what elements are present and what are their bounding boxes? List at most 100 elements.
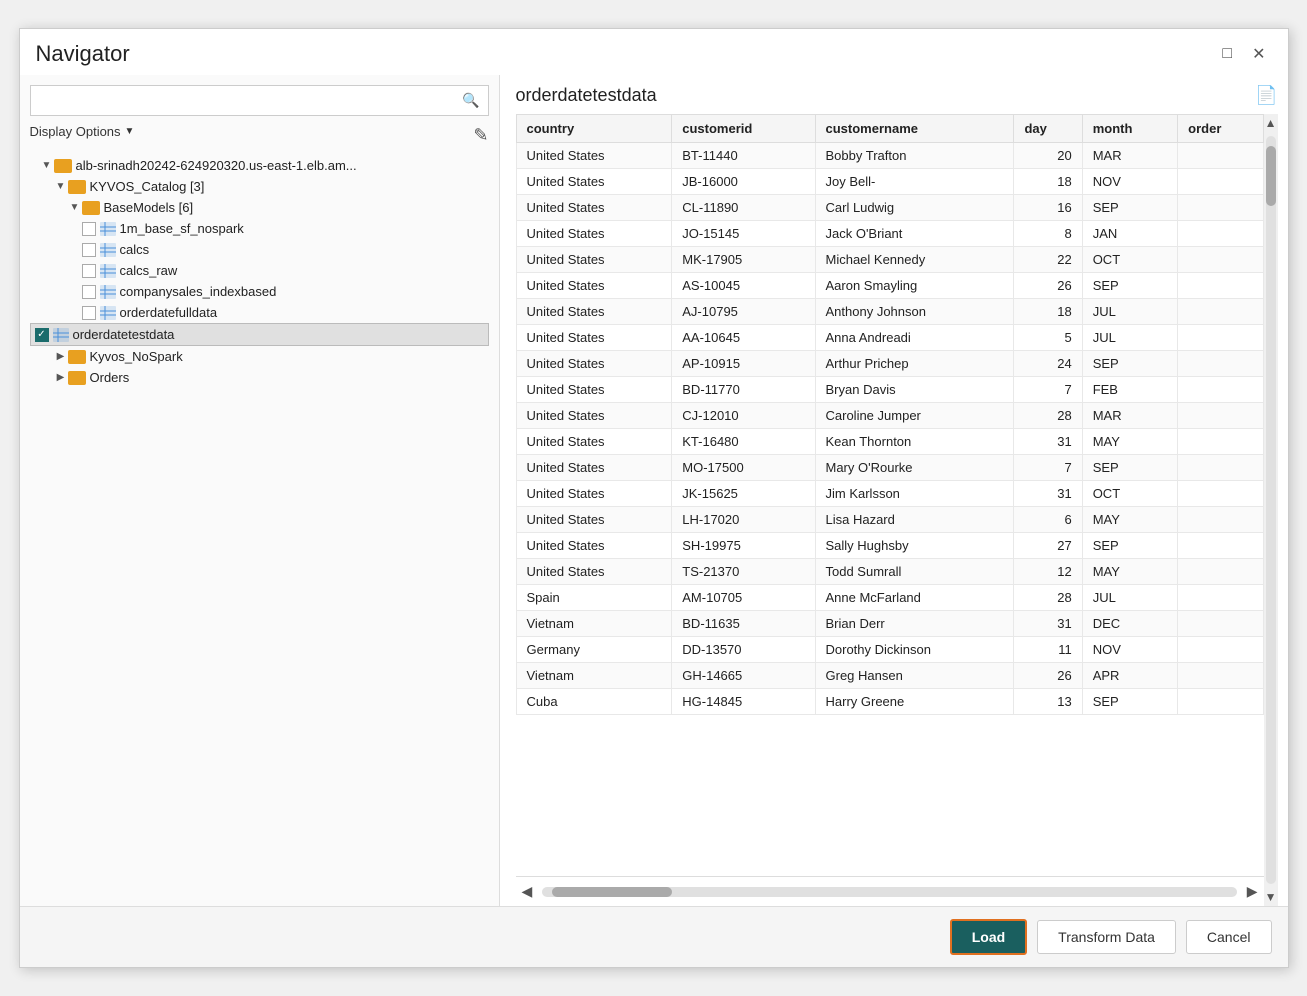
cell-country: United States <box>516 507 672 533</box>
transform-data-button[interactable]: Transform Data <box>1037 920 1176 954</box>
checkbox-calcs-raw[interactable] <box>82 264 96 278</box>
cell-customerid: MO-17500 <box>672 455 815 481</box>
search-input[interactable] <box>31 87 455 114</box>
left-panel: 🔍 Display Options ▼ ✎ ▼ alb-srinadh20242… <box>20 75 500 906</box>
table-row: SpainAM-10705Anne McFarland28JUL <box>516 585 1263 611</box>
cell-customerid: LH-17020 <box>672 507 815 533</box>
cell-order <box>1178 663 1263 689</box>
cell-customerid: TS-21370 <box>672 559 815 585</box>
cell-order <box>1178 429 1263 455</box>
cell-day: 26 <box>1014 663 1082 689</box>
cell-customerid: AP-10915 <box>672 351 815 377</box>
cell-country: United States <box>516 403 672 429</box>
tree-item-calcs-raw[interactable]: calcs_raw <box>30 260 489 281</box>
tree-item-orders[interactable]: ▶ Orders <box>30 367 489 388</box>
display-options-label: Display Options <box>30 124 121 139</box>
cell-day: 11 <box>1014 637 1082 663</box>
cell-order <box>1178 351 1263 377</box>
maximize-button[interactable]: □ <box>1216 42 1238 66</box>
scroll-thumb[interactable] <box>1266 146 1276 206</box>
checkbox-orderdatefulldata[interactable] <box>82 306 96 320</box>
cancel-button[interactable]: Cancel <box>1186 920 1272 954</box>
right-panel-header: orderdatetestdata 📄 <box>516 85 1278 106</box>
scroll-down-icon[interactable]: ▼ <box>1263 888 1278 906</box>
chevron-icon: ▶ <box>54 372 68 383</box>
cell-customername: Jack O'Briant <box>815 221 1014 247</box>
h-scroll-thumb[interactable] <box>552 887 672 897</box>
tree-item-label: orderdatetestdata <box>73 327 175 342</box>
cell-order <box>1178 507 1263 533</box>
cell-month: SEP <box>1082 689 1177 715</box>
cell-country: United States <box>516 169 672 195</box>
cell-country: United States <box>516 299 672 325</box>
cell-day: 13 <box>1014 689 1082 715</box>
close-button[interactable]: ✕ <box>1246 42 1271 66</box>
tree-item-calcs[interactable]: calcs <box>30 239 489 260</box>
cell-country: United States <box>516 143 672 169</box>
chevron-icon: ▶ <box>54 351 68 362</box>
cell-month: OCT <box>1082 481 1177 507</box>
footer: Load Transform Data Cancel <box>20 906 1288 967</box>
tree-item-label: companysales_indexbased <box>120 284 277 299</box>
tree-item-root1[interactable]: ▼ alb-srinadh20242-624920320.us-east-1.e… <box>30 155 489 176</box>
tree-item-label: KYVOS_Catalog [3] <box>90 179 205 194</box>
cell-order <box>1178 247 1263 273</box>
cell-customername: Bryan Davis <box>815 377 1014 403</box>
tree-item-catalog[interactable]: ▼ KYVOS_Catalog [3] <box>30 176 489 197</box>
tree-item-label: orderdatefulldata <box>120 305 218 320</box>
display-options-button[interactable]: Display Options ▼ <box>30 124 135 139</box>
tree-item-orderdatetestdata[interactable]: orderdatetestdata <box>30 323 489 346</box>
tree-item-basemodels[interactable]: ▼ BaseModels [6] <box>30 197 489 218</box>
col-customername: customername <box>815 115 1014 143</box>
horizontal-scrollbar[interactable]: ◀ ▶ <box>516 876 1278 906</box>
cell-customerid: JO-15145 <box>672 221 815 247</box>
tree-item-orderdatefulldata[interactable]: orderdatefulldata <box>30 302 489 323</box>
table-row: United StatesSH-19975Sally Hughsby27SEP <box>516 533 1263 559</box>
tree-item-1m-base[interactable]: 1m_base_sf_nospark <box>30 218 489 239</box>
table-icon <box>100 243 116 257</box>
cell-month: SEP <box>1082 351 1177 377</box>
cell-order <box>1178 559 1263 585</box>
table-row: United StatesBT-11440Bobby Trafton20MAR <box>516 143 1263 169</box>
cell-month: JUL <box>1082 299 1177 325</box>
refresh-icon[interactable]: 📄 <box>1255 85 1277 106</box>
vertical-scrollbar[interactable]: ▲ ▼ <box>1264 114 1278 906</box>
cell-customerid: AA-10645 <box>672 325 815 351</box>
scroll-left-icon[interactable]: ◀ <box>516 881 539 902</box>
cell-country: United States <box>516 351 672 377</box>
cell-customername: Anne McFarland <box>815 585 1014 611</box>
cell-day: 16 <box>1014 195 1082 221</box>
cell-customername: Kean Thornton <box>815 429 1014 455</box>
cell-customername: Arthur Prichep <box>815 351 1014 377</box>
checkbox-1m-base[interactable] <box>82 222 96 236</box>
cell-country: United States <box>516 429 672 455</box>
cell-order <box>1178 637 1263 663</box>
cell-customerid: BT-11440 <box>672 143 815 169</box>
table-scroll[interactable]: country customerid customername day mont… <box>516 114 1278 876</box>
cell-day: 18 <box>1014 299 1082 325</box>
chevron-icon: ▼ <box>68 202 82 213</box>
folder-icon <box>68 350 86 364</box>
cell-customername: Carl Ludwig <box>815 195 1014 221</box>
table-row: United StatesAS-10045Aaron Smayling26SEP <box>516 273 1263 299</box>
checkbox-orderdatetestdata[interactable] <box>35 328 49 342</box>
table-row: United StatesTS-21370Todd Sumrall12MAY <box>516 559 1263 585</box>
title-bar: Navigator □ ✕ <box>20 29 1288 75</box>
cell-month: SEP <box>1082 195 1177 221</box>
scroll-right-icon[interactable]: ▶ <box>1241 881 1264 902</box>
edit-icon[interactable]: ✎ <box>473 125 488 146</box>
load-button[interactable]: Load <box>950 919 1027 955</box>
tree-item-companysales[interactable]: companysales_indexbased <box>30 281 489 302</box>
checkbox-companysales[interactable] <box>82 285 96 299</box>
cell-customerid: GH-14665 <box>672 663 815 689</box>
tree-item-nospark[interactable]: ▶ Kyvos_NoSpark <box>30 346 489 367</box>
scroll-up-icon[interactable]: ▲ <box>1263 114 1278 132</box>
cell-month: NOV <box>1082 637 1177 663</box>
checkbox-calcs[interactable] <box>82 243 96 257</box>
cell-country: United States <box>516 377 672 403</box>
cell-country: United States <box>516 559 672 585</box>
cell-customername: Dorothy Dickinson <box>815 637 1014 663</box>
cell-order <box>1178 689 1263 715</box>
cell-country: United States <box>516 481 672 507</box>
cell-order <box>1178 377 1263 403</box>
